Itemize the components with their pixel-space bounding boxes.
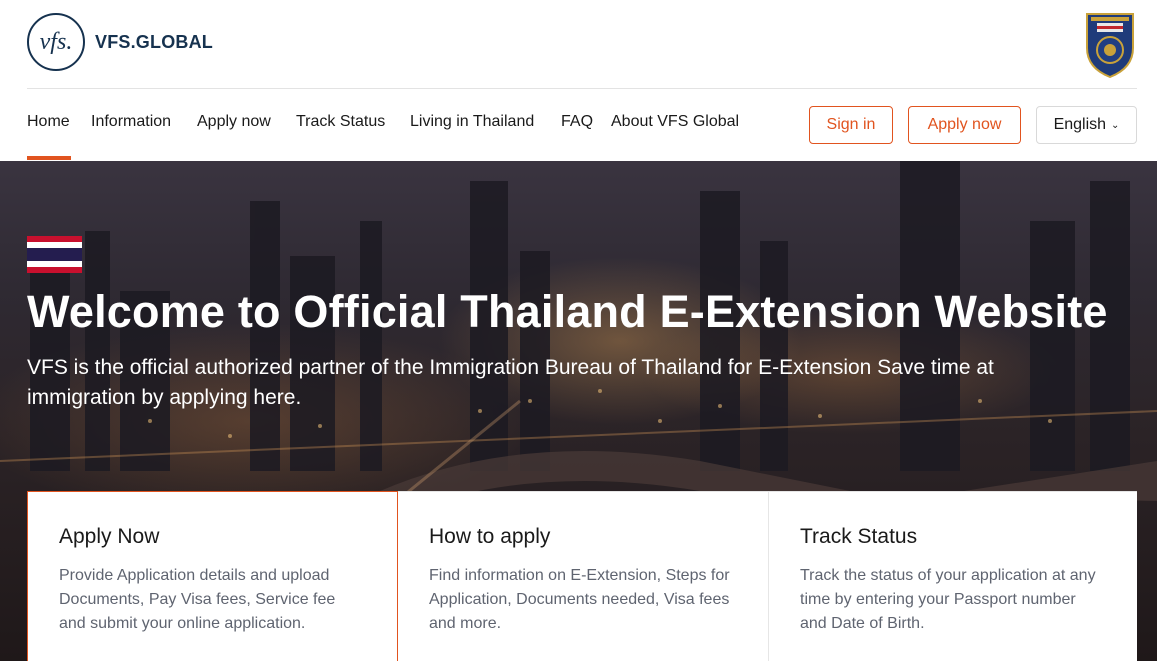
card-description: Track the status of your application at … — [800, 567, 1096, 632]
apply-now-card[interactable]: Apply Now Provide Application details an… — [27, 491, 398, 661]
nav-item-home[interactable]: Home — [27, 113, 70, 131]
nav-item-track-status[interactable]: Track Status — [296, 113, 385, 131]
hero-title: Welcome to Official Thailand E-Extension… — [27, 286, 1108, 337]
card-title: Track Status — [800, 525, 918, 548]
main-nav: Home Information Apply now Track Status … — [0, 89, 1157, 161]
track-status-card[interactable]: Track Status Track the status of your ap… — [768, 491, 1137, 661]
nav-item-faq[interactable]: FAQ — [561, 113, 593, 131]
nav-item-information[interactable]: Information — [91, 113, 171, 131]
how-to-apply-card[interactable]: How to apply Find information on E-Exten… — [397, 491, 768, 661]
card-title: How to apply — [429, 525, 551, 548]
language-selector[interactable]: English ⌄ — [1036, 106, 1137, 144]
nav-item-apply-now[interactable]: Apply now — [197, 113, 271, 131]
top-header: vfs. VFS.GLOBAL — [0, 0, 1157, 88]
chevron-down-icon: ⌄ — [1111, 119, 1120, 131]
active-nav-indicator — [27, 156, 71, 160]
apply-now-button[interactable]: Apply now — [908, 106, 1021, 144]
language-label: English — [1053, 116, 1107, 133]
sign-in-button[interactable]: Sign in — [809, 106, 893, 144]
vfs-logo[interactable]: vfs. VFS.GLOBAL — [27, 13, 213, 71]
card-description: Find information on E-Extension, Steps f… — [429, 567, 730, 632]
vfs-logo-mark: vfs. — [27, 13, 85, 71]
hero-banner: Welcome to Official Thailand E-Extension… — [0, 161, 1157, 661]
nav-item-living-in-thailand[interactable]: Living in Thailand — [410, 113, 534, 131]
card-title: Apply Now — [59, 525, 160, 548]
vfs-logo-text: VFS.GLOBAL — [95, 31, 213, 52]
nav-item-about-vfs-global[interactable]: About VFS Global — [611, 113, 739, 131]
hero-subtitle: VFS is the official authorized partner o… — [27, 356, 994, 409]
thailand-flag-icon — [27, 236, 82, 273]
royal-thai-police-emblem-icon — [1086, 13, 1134, 78]
card-description: Provide Application details and upload D… — [59, 567, 336, 632]
